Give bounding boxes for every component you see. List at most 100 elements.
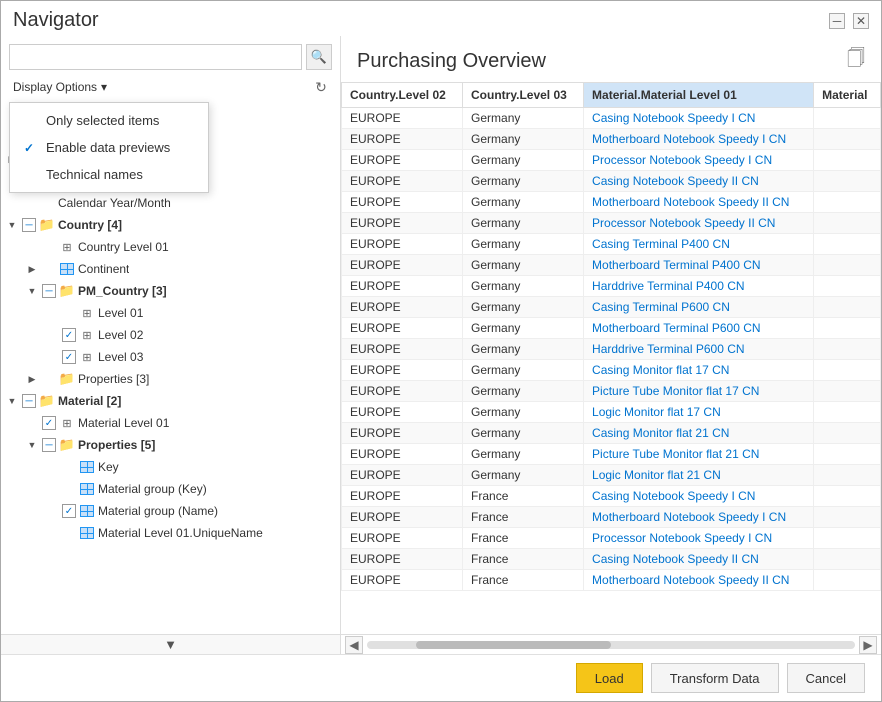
scroll-right-button[interactable]: ▶ [859,636,877,654]
table-cell[interactable]: Germany [463,465,584,486]
table-cell[interactable]: Casing Terminal P400 CN [584,234,814,255]
tree-item[interactable]: ▶📁Properties [3] [1,368,340,390]
tree-item[interactable]: ▶ Continent [1,258,340,280]
table-cell[interactable]: Processor Notebook Speedy I CN [584,528,814,549]
table-cell[interactable]: Casing Notebook Speedy II CN [584,171,814,192]
table-cell[interactable] [814,465,881,486]
table-cell[interactable]: EUROPE [342,129,463,150]
table-header-col1[interactable]: Country.Level 02 [342,83,463,108]
tree-checkbox[interactable] [42,284,56,298]
table-cell[interactable]: Motherboard Notebook Speedy I CN [584,507,814,528]
table-cell[interactable]: Casing Notebook Speedy I CN [584,108,814,129]
table-cell[interactable]: Processor Notebook Speedy II CN [584,213,814,234]
table-cell[interactable] [814,192,881,213]
tree-item[interactable]: ⊞Country Level 01 [1,236,340,258]
table-cell[interactable] [814,171,881,192]
preview-export-icon[interactable]: 🗍 [847,46,865,76]
tree-item[interactable]: ⊞Level 02 [1,324,340,346]
table-cell[interactable]: Germany [463,255,584,276]
table-cell[interactable]: EUROPE [342,423,463,444]
table-cell[interactable]: EUROPE [342,402,463,423]
table-cell[interactable]: Germany [463,381,584,402]
table-cell[interactable]: Casing Notebook Speedy I CN [584,486,814,507]
table-cell[interactable] [814,570,881,591]
table-cell[interactable]: EUROPE [342,444,463,465]
table-cell[interactable] [814,423,881,444]
table-cell[interactable]: EUROPE [342,255,463,276]
tree-item[interactable]: ▼📁Country [4] [1,214,340,236]
table-header-col3[interactable]: Material.Material Level 01 [584,83,814,108]
table-cell[interactable] [814,234,881,255]
table-scroll[interactable]: Country.Level 02Country.Level 03Material… [341,82,881,634]
table-cell[interactable]: Processor Notebook Speedy I CN [584,150,814,171]
h-scroll-track[interactable] [367,641,855,649]
table-cell[interactable]: Germany [463,444,584,465]
table-cell[interactable]: EUROPE [342,486,463,507]
tree-checkbox[interactable] [22,394,36,408]
table-cell[interactable]: Germany [463,318,584,339]
table-cell[interactable] [814,150,881,171]
table-cell[interactable]: Germany [463,213,584,234]
table-header-col2[interactable]: Country.Level 03 [463,83,584,108]
table-cell[interactable] [814,528,881,549]
table-cell[interactable] [814,444,881,465]
scroll-left-button[interactable]: ◀ [345,636,363,654]
table-cell[interactable] [814,360,881,381]
table-cell[interactable]: EUROPE [342,276,463,297]
search-button[interactable]: 🔍 [306,44,332,70]
table-cell[interactable]: Germany [463,276,584,297]
table-cell[interactable] [814,297,881,318]
tree-expander[interactable]: ▼ [5,218,19,232]
transform-data-button[interactable]: Transform Data [651,663,779,693]
tree-checkbox[interactable] [62,350,76,364]
table-cell[interactable] [814,276,881,297]
table-cell[interactable]: Germany [463,423,584,444]
table-cell[interactable]: Motherboard Notebook Speedy II CN [584,570,814,591]
table-cell[interactable] [814,318,881,339]
tree-expander[interactable]: ▼ [25,284,39,298]
tree-checkbox[interactable] [62,328,76,342]
table-cell[interactable]: Casing Monitor flat 17 CN [584,360,814,381]
table-cell[interactable]: France [463,570,584,591]
table-cell[interactable]: Germany [463,171,584,192]
tree-scroll-down[interactable]: ▼ [1,634,340,654]
tree-item[interactable]: Material group (Name) [1,500,340,522]
table-cell[interactable]: EUROPE [342,570,463,591]
table-cell[interactable]: EUROPE [342,150,463,171]
table-header-col4[interactable]: Material [814,83,881,108]
menu-item-only-selected[interactable]: Only selected items [10,107,208,134]
tree-checkbox[interactable] [42,416,56,430]
table-cell[interactable]: EUROPE [342,360,463,381]
table-cell[interactable]: Germany [463,150,584,171]
tree-item[interactable]: Material group (Key) [1,478,340,500]
refresh-button[interactable]: ↻ [310,76,332,98]
table-cell[interactable]: Harddrive Terminal P400 CN [584,276,814,297]
menu-item-enable-previews[interactable]: ✓ Enable data previews [10,134,208,161]
tree-item[interactable]: ▼📁PM_Country [3] [1,280,340,302]
table-cell[interactable]: Casing Notebook Speedy II CN [584,549,814,570]
table-cell[interactable]: Casing Monitor flat 21 CN [584,423,814,444]
tree-item[interactable]: ▼📁Properties [5] [1,434,340,456]
tree-item[interactable]: ⊞Level 03 [1,346,340,368]
tree-expander[interactable]: ▶ [25,262,39,276]
table-cell[interactable] [814,339,881,360]
table-cell[interactable]: EUROPE [342,507,463,528]
table-cell[interactable]: Germany [463,360,584,381]
tree-expander[interactable]: ▼ [5,394,19,408]
table-cell[interactable]: Germany [463,108,584,129]
table-cell[interactable]: EUROPE [342,192,463,213]
tree-expander[interactable]: ▶ [25,372,39,386]
table-cell[interactable]: Motherboard Terminal P400 CN [584,255,814,276]
table-cell[interactable] [814,255,881,276]
table-cell[interactable]: EUROPE [342,234,463,255]
tree-item[interactable]: ▼📁Material [2] [1,390,340,412]
load-button[interactable]: Load [576,663,643,693]
table-cell[interactable]: EUROPE [342,465,463,486]
table-cell[interactable]: EUROPE [342,318,463,339]
table-cell[interactable]: Germany [463,234,584,255]
table-cell[interactable]: EUROPE [342,171,463,192]
menu-item-technical-names[interactable]: Technical names [10,161,208,188]
table-cell[interactable]: Picture Tube Monitor flat 17 CN [584,381,814,402]
tree-checkbox[interactable] [22,218,36,232]
table-cell[interactable]: EUROPE [342,528,463,549]
